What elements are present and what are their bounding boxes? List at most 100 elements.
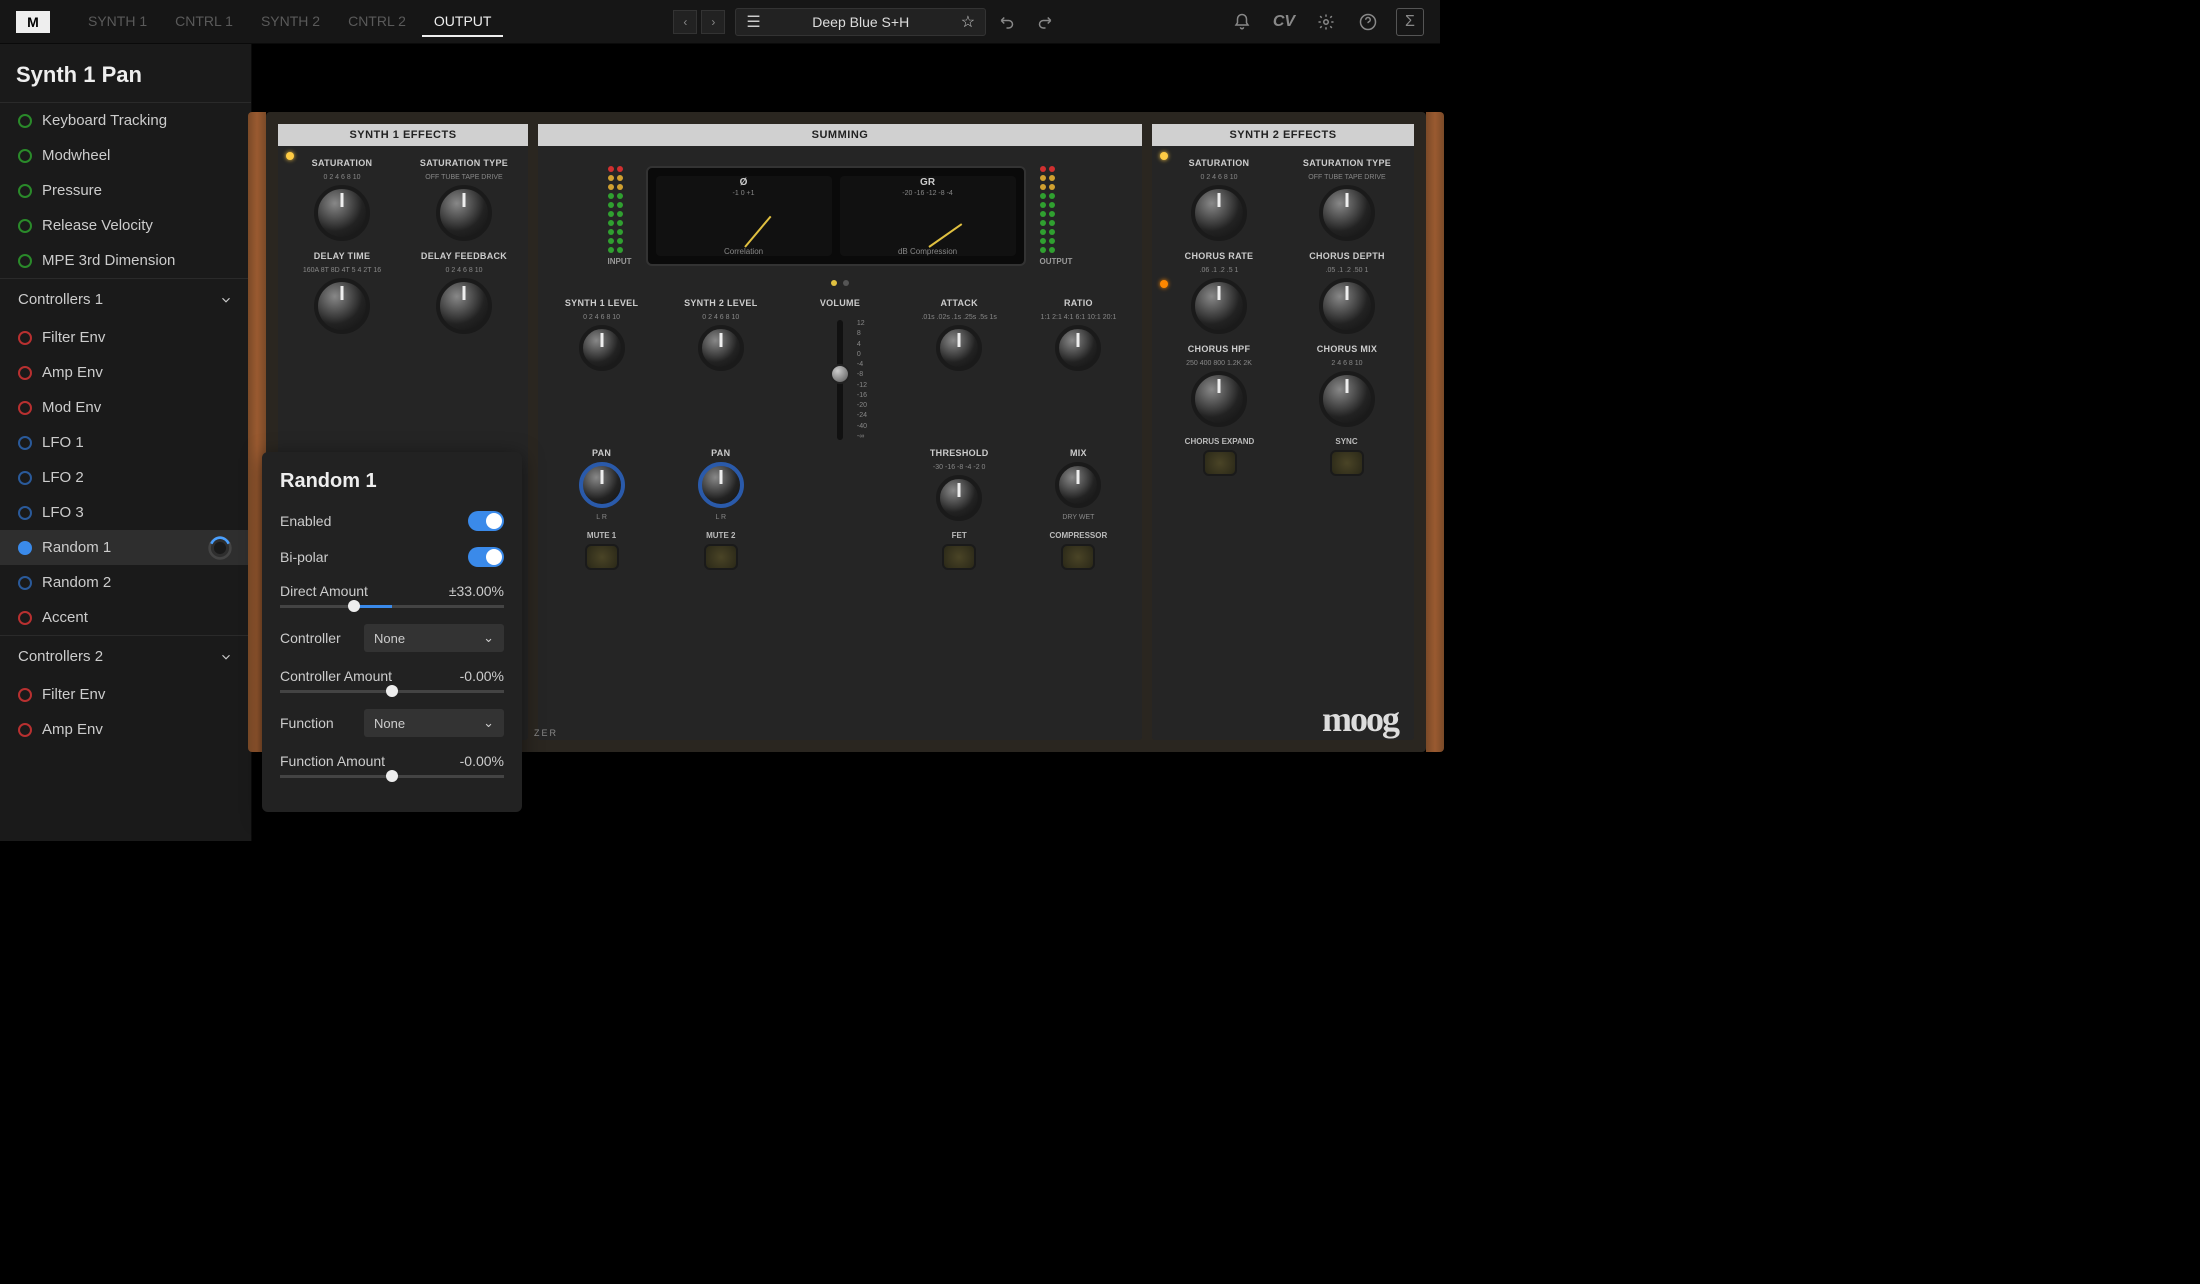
sidebar-item-random1[interactable]: Random 1 <box>0 530 251 565</box>
knob-ticks: L R <box>596 514 607 521</box>
chorus-depth-knob[interactable] <box>1319 278 1375 334</box>
top-right-icons: CV Σ <box>1228 8 1424 36</box>
sidebar-item-mod-env[interactable]: Mod Env <box>0 390 251 425</box>
saturation-knob[interactable] <box>1191 185 1247 241</box>
cv-icon[interactable]: CV <box>1270 8 1298 36</box>
threshold-knob[interactable] <box>936 475 982 521</box>
favorite-icon[interactable]: ☆ <box>961 12 975 32</box>
sidebar-item-modwheel[interactable]: Modwheel <box>0 138 251 173</box>
pan1-knob[interactable] <box>579 462 625 508</box>
mute2-button[interactable] <box>704 544 738 570</box>
sidebar-item-amp-env-2[interactable]: Amp Env <box>0 712 251 747</box>
volume-slider[interactable]: 12840-4-8-12-16-20-24-40-∞ <box>837 320 843 440</box>
fet-button[interactable] <box>942 544 976 570</box>
knob-ticks: OFF TUBE TAPE DRIVE <box>425 174 502 181</box>
saturation-type-knob[interactable] <box>436 185 492 241</box>
sidebar-list: Keyboard Tracking Modwheel Pressure Rele… <box>0 103 251 841</box>
sidebar-item-label: Modwheel <box>42 147 110 164</box>
preset-prev-button[interactable]: ‹ <box>673 10 697 34</box>
sidebar-item-lfo1[interactable]: LFO 1 <box>0 425 251 460</box>
undo-button[interactable] <box>994 8 1022 36</box>
enabled-toggle[interactable] <box>468 511 504 531</box>
sidebar-item-filter-env-2[interactable]: Filter Env <box>0 677 251 712</box>
sidebar-item-keyboard-tracking[interactable]: Keyboard Tracking <box>0 103 251 138</box>
page-dots[interactable] <box>546 280 1134 286</box>
panel-header: SYNTH 2 EFFECTS <box>1152 124 1414 146</box>
direct-amount-slider[interactable] <box>280 605 504 608</box>
tab-synth1[interactable]: SYNTH 1 <box>76 7 159 37</box>
chorus-hpf-knob[interactable] <box>1191 371 1247 427</box>
bipolar-toggle[interactable] <box>468 547 504 567</box>
knob-ticks: 0 2 4 6 8 10 <box>583 314 620 321</box>
sidebar-item-release-velocity[interactable]: Release Velocity <box>0 208 251 243</box>
sync-button[interactable] <box>1330 450 1364 476</box>
sidebar-item-filter-env[interactable]: Filter Env <box>0 320 251 355</box>
row-label: Enabled <box>280 513 331 529</box>
chevron-down-icon <box>219 650 233 664</box>
chorus-mix-knob[interactable] <box>1319 371 1375 427</box>
led-indicator-icon <box>286 152 294 160</box>
delay-feedback-knob[interactable] <box>436 278 492 334</box>
sidebar-item-lfo2[interactable]: LFO 2 <box>0 460 251 495</box>
attack-knob[interactable] <box>936 325 982 371</box>
sidebar-item-label: Amp Env <box>42 721 103 738</box>
mix-knob[interactable] <box>1055 462 1101 508</box>
tab-output[interactable]: OUTPUT <box>422 7 504 37</box>
sigma-icon[interactable]: Σ <box>1396 8 1424 36</box>
sidebar-item-label: Filter Env <box>42 329 105 346</box>
knob-label: PAN <box>711 448 730 458</box>
sidebar-item-label: Random 1 <box>42 539 111 556</box>
bell-icon[interactable] <box>1228 8 1256 36</box>
synth1-level-knob[interactable] <box>579 325 625 371</box>
knob-label: SATURATION <box>312 158 373 168</box>
button-label: CHORUS EXPAND <box>1185 437 1255 446</box>
tab-cntrl2[interactable]: CNTRL 2 <box>336 7 418 37</box>
knob-ticks: 1:1 2:1 4:1 6:1 10:1 20:1 <box>1040 314 1116 321</box>
sidebar-item-accent[interactable]: Accent <box>0 600 251 635</box>
app-icon[interactable]: M <box>16 11 50 33</box>
vu-sub: Correlation <box>724 247 763 256</box>
ratio-knob[interactable] <box>1055 325 1101 371</box>
vu-ticks: -20 -16 -12 -8 -4 <box>902 190 953 197</box>
sidebar-item-label: Amp Env <box>42 364 103 381</box>
sidebar-item-label: LFO 3 <box>42 504 84 521</box>
chorus-expand-button[interactable] <box>1203 450 1237 476</box>
function-dropdown[interactable]: None⌄ <box>364 709 504 737</box>
sidebar-item-amp-env[interactable]: Amp Env <box>0 355 251 390</box>
controller-dropdown[interactable]: None⌄ <box>364 624 504 652</box>
knob-ticks: 0 2 4 6 8 10 <box>1201 174 1238 181</box>
pan2-knob[interactable] <box>698 462 744 508</box>
saturation-knob[interactable] <box>314 185 370 241</box>
tab-cntrl1[interactable]: CNTRL 1 <box>163 7 245 37</box>
saturation-type-knob[interactable] <box>1319 185 1375 241</box>
sidebar-section-controllers2[interactable]: Controllers 2 <box>0 635 251 677</box>
section-label: Controllers 1 <box>18 291 103 308</box>
function-amount-slider[interactable] <box>280 775 504 778</box>
sidebar-item-mpe-3rd[interactable]: MPE 3rd Dimension <box>0 243 251 278</box>
tab-synth2[interactable]: SYNTH 2 <box>249 7 332 37</box>
hamburger-icon[interactable]: ☰ <box>746 12 760 32</box>
chorus-rate-knob[interactable] <box>1191 278 1247 334</box>
preset-bar[interactable]: ☰ Deep Blue S+H ☆ <box>735 8 986 36</box>
popup-title: Random 1 <box>280 470 504 493</box>
sidebar-title: Synth 1 Pan <box>0 44 251 103</box>
correlation-meter: Ø -1 0 +1 Correlation <box>656 176 832 256</box>
top-tabs: SYNTH 1 CNTRL 1 SYNTH 2 CNTRL 2 OUTPUT <box>76 7 503 37</box>
sidebar-item-pressure[interactable]: Pressure <box>0 173 251 208</box>
preset-next-button[interactable]: › <box>701 10 725 34</box>
sidebar-item-lfo3[interactable]: LFO 3 <box>0 495 251 530</box>
compressor-button[interactable] <box>1061 544 1095 570</box>
sidebar-item-random2[interactable]: Random 2 <box>0 565 251 600</box>
sidebar-section-controllers1[interactable]: Controllers 1 <box>0 278 251 320</box>
mute1-button[interactable] <box>585 544 619 570</box>
delay-time-knob[interactable] <box>314 278 370 334</box>
controller-amount-slider[interactable] <box>280 690 504 693</box>
knob-label: THRESHOLD <box>930 448 989 458</box>
gear-icon[interactable] <box>1312 8 1340 36</box>
zer-label: ZER <box>534 728 558 738</box>
knob-label: SYNTH 2 LEVEL <box>684 298 757 308</box>
synth2-level-knob[interactable] <box>698 325 744 371</box>
moog-logo: moog <box>1322 698 1398 740</box>
redo-button[interactable] <box>1030 8 1058 36</box>
help-icon[interactable] <box>1354 8 1382 36</box>
